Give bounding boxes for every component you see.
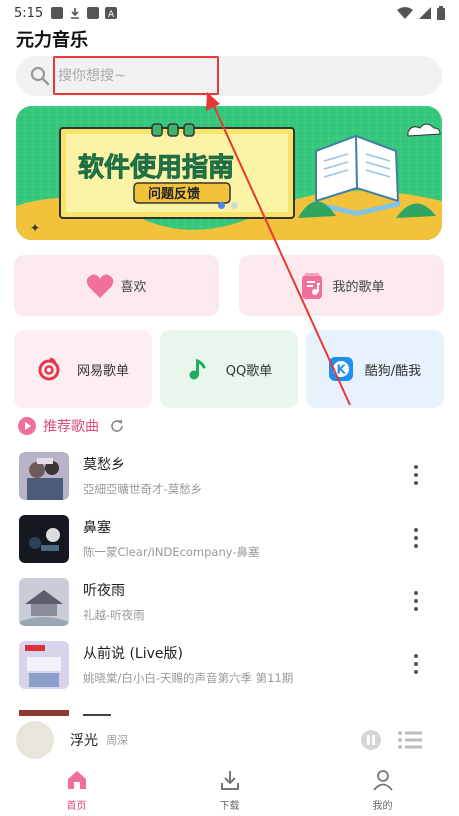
netease-playlist-card[interactable]: 网易歌单 xyxy=(14,330,152,408)
signal-icon xyxy=(419,7,431,19)
svg-text:A: A xyxy=(108,10,115,19)
guide-banner-image: 软件使用指南 问题反馈 ✦ xyxy=(16,106,442,240)
song-cover xyxy=(19,577,69,626)
svg-text:K: K xyxy=(336,363,346,377)
profile-icon xyxy=(372,769,393,791)
song-list: 莫愁乡 亞細亞曠世奇才-莫愁乡 鼻塞 陈一蒙Clear/INDEcompany-… xyxy=(0,444,459,696)
more-options-icon[interactable] xyxy=(413,654,419,674)
pause-icon[interactable] xyxy=(360,729,382,751)
song-cover xyxy=(19,514,69,563)
heart-icon xyxy=(86,272,114,300)
song-artist: 亞細亞曠世奇才-莫愁乡 xyxy=(83,482,203,496)
netease-label: 网易歌单 xyxy=(76,363,129,379)
notification-icon xyxy=(51,7,64,19)
bottom-tab-bar: 首页 下载 我的 xyxy=(0,764,459,816)
song-title: 听夜雨 xyxy=(83,583,125,599)
now-playing-cover xyxy=(16,721,54,759)
refresh-icon[interactable] xyxy=(109,418,125,434)
favorites-label: 喜欢 xyxy=(120,280,147,295)
app-title: 元力音乐 xyxy=(16,30,88,51)
banner-title: 软件使用指南 xyxy=(78,153,234,183)
song-artist: 陈一蒙Clear/INDEcompany-鼻塞 xyxy=(83,545,260,559)
source-cards: 网易歌单 QQ歌单 K 酷狗/酷我 xyxy=(14,330,444,408)
recommend-header: 推荐歌曲 xyxy=(18,416,125,436)
banner-pagination xyxy=(218,202,238,209)
now-playing-artist: 周深 xyxy=(106,734,128,747)
song-cover xyxy=(19,640,69,689)
search-input[interactable] xyxy=(58,68,378,84)
tab-home[interactable]: 首页 xyxy=(0,764,153,816)
favorites-card[interactable]: 喜欢 xyxy=(14,255,219,316)
svg-text:✦: ✦ xyxy=(30,221,40,235)
recommend-label: 推荐歌曲 xyxy=(43,419,99,435)
status-time: 5:15 xyxy=(14,5,44,21)
quick-cards: 喜欢 我的歌单 xyxy=(14,255,444,316)
kugou-label: 酷狗/酷我 xyxy=(364,363,422,379)
play-circle-icon[interactable] xyxy=(18,417,36,435)
battery-icon xyxy=(437,6,445,20)
banner-feedback-button: 问题反馈 xyxy=(148,186,200,202)
home-icon xyxy=(67,770,86,789)
qq-playlist-card[interactable]: QQ歌单 xyxy=(160,330,298,408)
my-playlists-card[interactable]: 我的歌单 xyxy=(239,255,444,316)
banner-carousel[interactable]: 软件使用指南 问题反馈 ✦ xyxy=(16,106,442,240)
now-playing-title: 浮光 xyxy=(70,733,98,749)
kugou-icon: K xyxy=(328,357,353,381)
wifi-icon xyxy=(397,7,413,19)
search-icon xyxy=(30,66,50,86)
tab-home-label: 首页 xyxy=(66,800,87,812)
playlist-icon xyxy=(298,272,326,300)
song-row[interactable]: 莫愁乡 亞細亞曠世奇才-莫愁乡 xyxy=(0,444,459,507)
search-bar[interactable] xyxy=(16,56,442,96)
qq-music-icon xyxy=(186,357,210,381)
app-notification-icon xyxy=(87,7,100,19)
song-artist: 姚晓棠/白小白-天赐的声音第六季 第11期 xyxy=(83,671,294,685)
playlist-queue-icon[interactable] xyxy=(397,728,423,752)
song-row[interactable]: 听夜雨 礼越-听夜雨 xyxy=(0,570,459,633)
song-title: 莫愁乡 xyxy=(83,457,125,473)
more-options-icon[interactable] xyxy=(413,528,419,548)
song-cover xyxy=(19,451,69,500)
tab-profile[interactable]: 我的 xyxy=(306,764,459,816)
qq-label: QQ歌单 xyxy=(225,363,273,379)
more-options-icon[interactable] xyxy=(413,591,419,611)
song-title: 鼻塞 xyxy=(83,520,111,536)
status-bar: 5:15 A xyxy=(0,0,459,26)
tab-profile-label: 我的 xyxy=(372,800,393,812)
download-status-icon xyxy=(71,8,80,19)
tab-download[interactable]: 下载 xyxy=(153,764,306,816)
font-status-icon: A xyxy=(105,7,118,19)
more-options-icon[interactable] xyxy=(413,465,419,485)
my-playlists-label: 我的歌单 xyxy=(332,280,385,295)
tab-download-label: 下载 xyxy=(219,800,240,812)
mini-player[interactable]: 浮光 周深 xyxy=(0,716,459,764)
song-artist: 礼越-听夜雨 xyxy=(83,608,145,622)
banner-dot[interactable] xyxy=(231,202,238,209)
kugou-playlist-card[interactable]: K 酷狗/酷我 xyxy=(306,330,444,408)
song-title: 从前说 (Live版) xyxy=(83,646,183,662)
song-row[interactable]: 从前说 (Live版) 姚晓棠/白小白-天赐的声音第六季 第11期 xyxy=(0,633,459,696)
netease-icon xyxy=(37,357,61,381)
song-row[interactable]: 鼻塞 陈一蒙Clear/INDEcompany-鼻塞 xyxy=(0,507,459,570)
download-icon xyxy=(220,770,239,790)
banner-dot-active[interactable] xyxy=(218,202,225,209)
